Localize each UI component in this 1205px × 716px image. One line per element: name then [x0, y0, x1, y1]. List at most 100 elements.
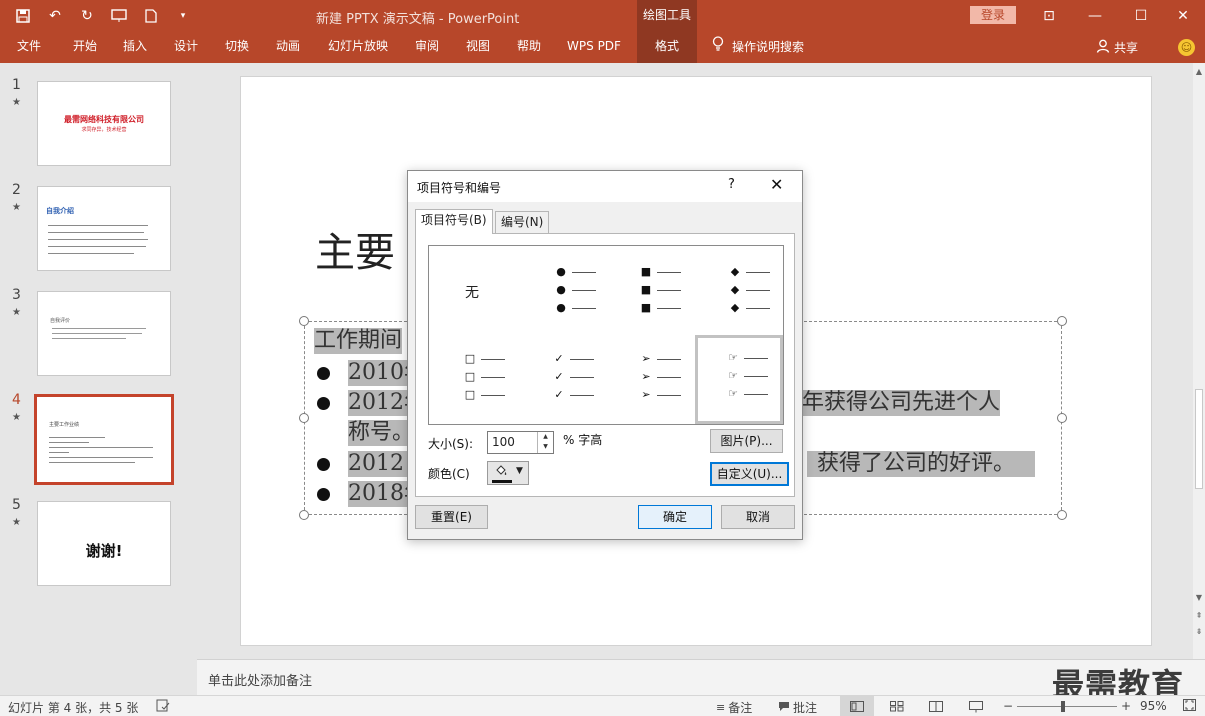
bullet-option-checkmark[interactable]: ✓ ✓ ✓ — [518, 336, 606, 425]
slide-thumbnail-4[interactable]: 主要工作业绩 — [34, 394, 174, 485]
tab-format[interactable]: 格式 — [637, 32, 697, 63]
bullet-option-filled-square[interactable]: ■ ■ ■ — [607, 246, 695, 335]
ok-button[interactable]: 确定 — [638, 505, 712, 529]
zoom-in-icon[interactable]: + — [1121, 699, 1131, 713]
customize-qat-icon[interactable]: ▾ — [172, 5, 194, 27]
scroll-up-icon[interactable]: ▲ — [1193, 67, 1205, 76]
filled-circle-icon: ● — [556, 283, 566, 296]
tell-me-search[interactable]: 操作说明搜索 — [712, 32, 804, 63]
new-file-icon[interactable] — [140, 5, 162, 27]
share-button[interactable]: 共享 — [1096, 32, 1138, 63]
cancel-button[interactable]: 取消 — [721, 505, 795, 529]
close-icon[interactable]: ✕ — [1160, 0, 1205, 32]
save-icon[interactable] — [12, 5, 34, 27]
thumbnail-title: 自我介绍 — [46, 207, 74, 215]
help-icon[interactable]: ? — [728, 177, 735, 192]
thumbnail-text-line — [52, 328, 146, 329]
undo-icon[interactable]: ↶ — [44, 5, 66, 27]
ribbon-display-options-icon[interactable]: ⊡ — [1026, 0, 1072, 32]
filled-square-icon: ■ — [640, 265, 652, 278]
tab-help[interactable]: 帮助 — [506, 32, 552, 63]
tab-animations[interactable]: 动画 — [265, 32, 311, 63]
size-value[interactable]: 100 — [492, 435, 515, 449]
customize-button[interactable]: 自定义(U)... — [710, 462, 789, 486]
zoom-level[interactable]: 95% — [1140, 699, 1167, 713]
tab-bullets[interactable]: 项目符号(B) — [415, 209, 493, 234]
bullets-numbering-dialog: 项目符号和编号 ? ✕ 项目符号(B) 编号(N) 无 ● ● ● ■ ■ ■ … — [407, 170, 803, 540]
bullet-option-diamond[interactable]: ◆ ◆ ◆ — [696, 246, 784, 335]
redo-icon[interactable]: ↻ — [76, 5, 98, 27]
tab-insert[interactable]: 插入 — [112, 32, 158, 63]
spell-check-icon[interactable] — [156, 699, 170, 715]
filled-circle-icon: ● — [556, 265, 566, 278]
slideshow-from-start-icon[interactable] — [108, 5, 130, 27]
size-stepper[interactable]: 100 ▲ ▼ — [487, 431, 554, 454]
maximize-icon[interactable]: ☐ — [1118, 0, 1164, 32]
dialog-title: 项目符号和编号 — [417, 181, 502, 195]
stepper-up-icon[interactable]: ▲ — [538, 432, 553, 442]
vertical-scrollbar[interactable]: ▲ ▼ ⇞ ⇟ — [1193, 63, 1205, 659]
tab-review[interactable]: 审阅 — [404, 32, 450, 63]
bullet-option-filled-round[interactable]: ● ● ● — [518, 246, 606, 335]
previous-slide-icon[interactable]: ⇞ — [1193, 611, 1205, 620]
slideshow-view-icon[interactable] — [959, 696, 993, 716]
next-slide-icon[interactable]: ⇟ — [1193, 627, 1205, 636]
tab-home[interactable]: 开始 — [62, 32, 108, 63]
bullet-option-none[interactable]: 无 — [429, 246, 517, 335]
scroll-down-icon[interactable]: ▼ — [1193, 593, 1205, 602]
zoom-slider-knob[interactable] — [1061, 701, 1065, 712]
thumbnail-text-line — [52, 338, 126, 339]
zoom-slider[interactable] — [1017, 706, 1117, 707]
resize-handle[interactable] — [299, 316, 309, 326]
notes-pane[interactable]: 单击此处添加备注 最需教育 — [197, 659, 1205, 704]
tab-design[interactable]: 设计 — [163, 32, 209, 63]
reset-button[interactable]: 重置(E) — [415, 505, 488, 529]
resize-handle[interactable] — [299, 413, 309, 423]
tab-file[interactable]: 文件 — [6, 32, 52, 63]
size-stepper-arrows[interactable]: ▲ ▼ — [537, 432, 553, 453]
scrollbar-thumb[interactable] — [1195, 389, 1203, 489]
tab-transitions[interactable]: 切换 — [214, 32, 260, 63]
tab-numbering[interactable]: 编号(N) — [495, 211, 550, 233]
bullet-option-arrowhead[interactable]: ➢ ➢ ➢ — [607, 336, 695, 425]
zoom-out-icon[interactable]: − — [1003, 699, 1013, 713]
close-icon[interactable]: ✕ — [770, 175, 783, 194]
fit-to-window-icon[interactable] — [1183, 699, 1196, 714]
tab-slideshow[interactable]: 幻灯片放映 — [322, 32, 394, 63]
tab-view[interactable]: 视图 — [455, 32, 501, 63]
resize-handle[interactable] — [1057, 510, 1067, 520]
slide-thumbnail-1[interactable]: 最需网络科技有限公司 求同存异，技术经营 — [37, 81, 171, 166]
slide-text-line: 称号。 — [348, 420, 415, 446]
filled-circle-icon: ● — [556, 301, 566, 314]
ribbon-tabs: 文件 开始 插入 设计 切换 动画 幻灯片放映 审阅 视图 帮助 WPS PDF… — [0, 32, 1205, 63]
reading-view-icon[interactable] — [919, 696, 953, 716]
normal-view-icon[interactable] — [840, 696, 874, 716]
minimize-icon[interactable]: — — [1072, 0, 1118, 32]
slide-thumbnail-2[interactable]: 自我介绍 — [37, 186, 171, 271]
tab-wps-pdf[interactable]: WPS PDF — [560, 32, 628, 63]
status-bar: 幻灯片 第 4 张，共 5 张 ≡ 备注 批注 − + 95% — [0, 695, 1205, 716]
login-button[interactable]: 登录 — [970, 6, 1016, 24]
stepper-down-icon[interactable]: ▼ — [538, 442, 553, 452]
resize-handle[interactable] — [299, 510, 309, 520]
picture-button[interactable]: 图片(P)... — [710, 429, 783, 453]
color-picker-button[interactable]: ▼ — [487, 461, 529, 485]
resize-handle[interactable] — [1057, 316, 1067, 326]
bullet-option-pointing-hand[interactable]: ☞ ☞ ☞ — [695, 335, 783, 424]
slide-title[interactable]: 主要 — [315, 220, 395, 278]
bullet-style-gallery: 无 ● ● ● ■ ■ ■ ◆ ◆ ◆ □ □ □ ✓ ✓ ✓ ➢ ➢ ➢ ☞ … — [428, 245, 784, 425]
slide-thumbnail-3[interactable]: 自我评价 — [37, 291, 171, 376]
resize-handle[interactable] — [1057, 413, 1067, 423]
notes-icon: ≡ — [716, 701, 726, 714]
feedback-smiley-icon[interactable]: ☺ — [1178, 39, 1195, 56]
thumbnail-title: 主要工作业绩 — [49, 422, 80, 428]
dialog-title-bar: 项目符号和编号 ? ✕ — [408, 171, 802, 202]
bullet-option-hollow-square[interactable]: □ □ □ — [429, 336, 517, 425]
slide-thumbnail-5[interactable]: 谢谢! — [37, 501, 171, 586]
slide-sorter-view-icon[interactable] — [880, 696, 914, 716]
bullet-dot — [317, 397, 330, 410]
notes-toggle-button[interactable]: ≡ 备注 — [716, 699, 752, 716]
comments-toggle-button[interactable]: 批注 — [778, 699, 817, 716]
hollow-square-icon: □ — [464, 388, 476, 401]
animation-star-icon: ★ — [12, 202, 21, 213]
